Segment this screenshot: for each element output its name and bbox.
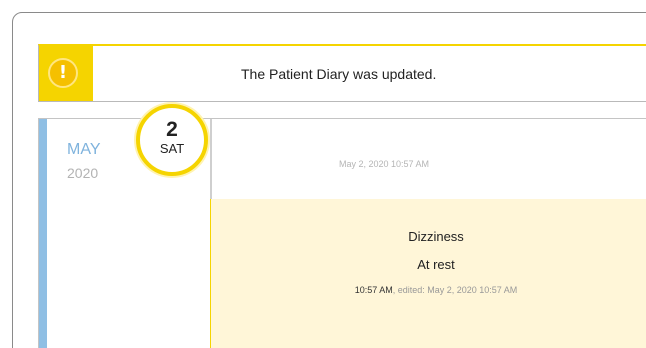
year-label: 2020 (67, 165, 99, 181)
date-day: 2 (166, 118, 178, 141)
entry-edited: , edited: May 2, 2020 10:57 AM (392, 285, 518, 295)
entry-time: 10:57 AM (354, 285, 393, 295)
entry-timestamp: May 2, 2020 10:57 AM (339, 159, 430, 169)
date-badge: 2 SAT (136, 104, 208, 176)
entry-title: Dizziness (408, 229, 464, 244)
warning-icon: ! (48, 58, 78, 88)
date-weekday: SAT (159, 141, 185, 156)
diary-accent-bar (39, 119, 47, 348)
notification-icon-box: ! (39, 46, 93, 101)
entry-subtitle: At rest (417, 257, 455, 272)
update-notification: ! The Patient Diary was updated. (38, 44, 646, 102)
notification-message-text: The Patient Diary was updated. (241, 65, 437, 82)
month-label: MAY (67, 141, 101, 158)
timeline-line (210, 119, 212, 199)
entry-meta: 10:57 AM, edited: May 2, 2020 10:57 AM (211, 285, 646, 295)
notification-message: The Patient Diary was updated. (93, 46, 646, 101)
diary-entry-card[interactable]: Dizziness At rest 10:57 AM, edited: May … (211, 199, 646, 348)
diary-timeline: MAY 2020 May 2, 2020 10:57 AM Dizziness … (38, 118, 646, 348)
